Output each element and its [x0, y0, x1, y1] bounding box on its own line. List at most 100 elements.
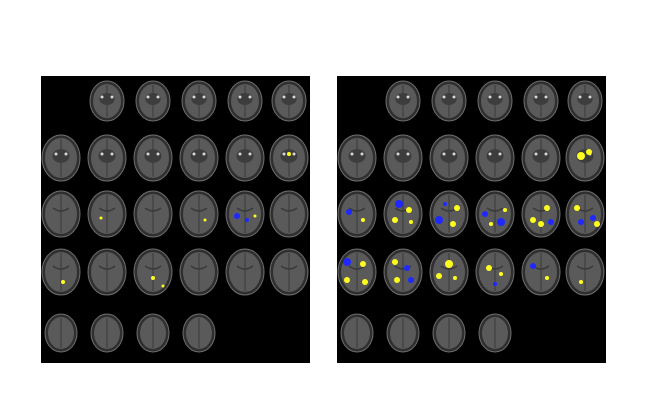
activation-positive — [503, 208, 507, 212]
activation-negative — [245, 218, 249, 222]
activation-positive — [394, 277, 400, 283]
activation-positive — [360, 261, 366, 267]
activation-positive — [538, 221, 544, 227]
brain-slice — [521, 190, 561, 238]
brain-slice — [431, 80, 467, 122]
brain-slice — [41, 134, 81, 182]
slice-inner-structure — [99, 93, 115, 105]
activation-positive — [454, 205, 460, 211]
slice-inner-structure — [236, 149, 254, 163]
slice-bright-spot — [282, 152, 286, 156]
brain-slice — [567, 80, 603, 122]
slice-inner-structure — [533, 93, 549, 105]
slice-inner-structure — [486, 149, 504, 163]
brain-slice — [269, 134, 309, 182]
brain-slice — [181, 80, 217, 122]
slice-bright-spot — [100, 152, 104, 156]
mri-montage-right — [337, 76, 606, 363]
activation-positive — [544, 205, 550, 211]
activation-positive — [409, 220, 413, 224]
activation-positive — [392, 259, 398, 265]
slice-bright-spot — [534, 152, 538, 156]
slice-bright-spot — [146, 152, 150, 156]
brain-slice — [386, 313, 420, 353]
activation-negative — [234, 213, 240, 219]
brain-slice — [429, 190, 469, 238]
slice-inner-structure — [394, 149, 412, 163]
activation-negative — [346, 209, 352, 215]
activation-positive — [361, 218, 365, 222]
slice-bright-spot — [350, 152, 354, 156]
brain-slice — [227, 80, 263, 122]
brain-slice — [521, 134, 561, 182]
brain-slice — [477, 80, 513, 122]
slice-bright-spot — [544, 95, 548, 99]
activation-positive — [161, 284, 165, 288]
brain-slice — [136, 313, 170, 353]
slice-bright-spot — [202, 152, 206, 156]
brain-slice — [521, 248, 561, 296]
activation-positive — [586, 149, 592, 155]
slice-bright-spot — [238, 95, 242, 99]
brain-slice — [475, 248, 515, 296]
slice-inner-structure — [144, 149, 162, 163]
brain-slice — [383, 248, 423, 296]
slice-bright-spot — [54, 152, 58, 156]
brain-slice — [383, 134, 423, 182]
brain-slice — [87, 190, 127, 238]
activation-negative — [482, 211, 488, 217]
brain-slice — [44, 313, 78, 353]
slice-bright-spot — [442, 95, 446, 99]
activation-positive — [486, 265, 492, 271]
brain-slice — [432, 313, 466, 353]
brain-slice — [133, 190, 173, 238]
slice-bright-spot — [488, 95, 492, 99]
slice-bright-spot — [498, 95, 502, 99]
brain-slice — [565, 248, 605, 296]
activation-positive — [489, 222, 493, 226]
brain-slice — [429, 248, 469, 296]
activation-positive — [61, 280, 65, 284]
slice-inner-structure — [577, 93, 593, 105]
activation-negative — [443, 202, 447, 206]
slice-bright-spot — [192, 152, 196, 156]
slice-bright-spot — [578, 95, 582, 99]
brain-slice — [133, 248, 173, 296]
brain-slice — [337, 134, 377, 182]
activation-negative — [578, 219, 584, 225]
activation-positive — [530, 217, 536, 223]
activation-negative — [435, 216, 443, 224]
slice-bright-spot — [588, 95, 592, 99]
brain-slice — [89, 80, 125, 122]
activation-negative — [493, 282, 497, 286]
activation-positive — [406, 207, 412, 213]
slice-bright-spot — [64, 152, 68, 156]
activation-positive — [392, 217, 398, 223]
activation-negative — [497, 218, 505, 226]
slice-bright-spot — [292, 95, 296, 99]
slice-inner-structure — [440, 149, 458, 163]
brain-slice — [337, 190, 377, 238]
slice-bright-spot — [360, 152, 364, 156]
slice-bright-spot — [396, 95, 400, 99]
slice-bright-spot — [452, 152, 456, 156]
brain-slice — [565, 190, 605, 238]
slice-bright-spot — [110, 95, 114, 99]
slice-inner-structure — [237, 93, 253, 105]
slice-inner-structure — [395, 93, 411, 105]
slice-bright-spot — [238, 152, 242, 156]
slice-bright-spot — [406, 95, 410, 99]
activation-positive — [579, 280, 583, 284]
slice-bright-spot — [406, 152, 410, 156]
activation-positive — [436, 273, 442, 279]
slice-bright-spot — [110, 152, 114, 156]
activation-negative — [530, 263, 536, 269]
activation-positive — [445, 260, 453, 268]
activation-positive — [344, 277, 350, 283]
brain-slice — [41, 190, 81, 238]
brain-slice — [179, 134, 219, 182]
slice-bright-spot — [146, 95, 150, 99]
slice-inner-structure — [191, 93, 207, 105]
brain-slice — [225, 134, 265, 182]
brain-slice — [87, 248, 127, 296]
